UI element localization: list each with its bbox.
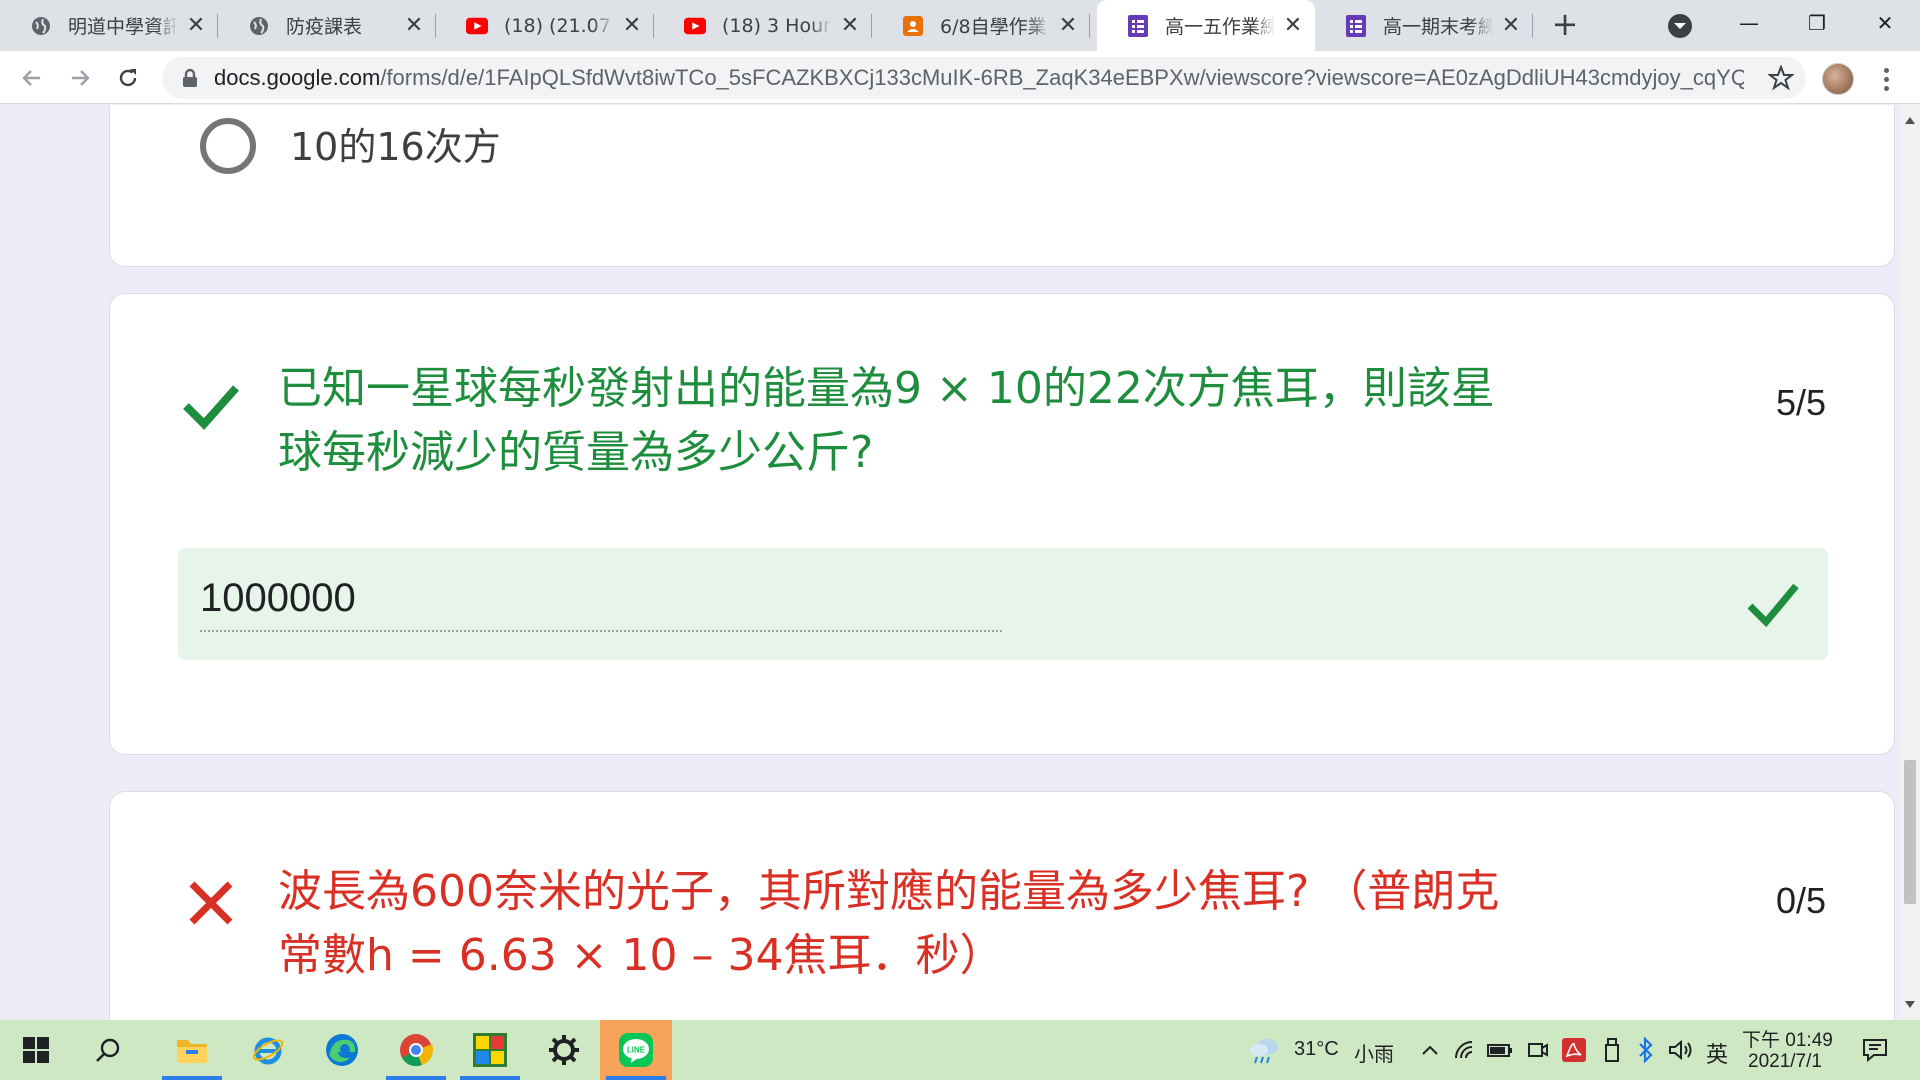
tab-title: 高一五作業練習: [1165, 16, 1275, 38]
lock-icon[interactable]: [180, 68, 200, 88]
tab-title: 明道中學資訊室: [68, 16, 178, 38]
answer-underline: [200, 630, 1002, 632]
battery-icon[interactable]: [1486, 1020, 1514, 1080]
browser-tab[interactable]: (18) (21.07.01) ✕: [436, 0, 654, 51]
question-score: 5/5: [1775, 382, 1826, 423]
profile-avatar[interactable]: [1822, 63, 1854, 95]
form-page: 10的16次方 已知一星球每秒發射出的能量為9 × 10的22次方焦耳，則該星球…: [0, 105, 1900, 1020]
question-title: 波長為600奈米的光子，其所對應的能量為多少焦耳? （普朗克常數h = 6.63…: [278, 866, 1500, 981]
address-bar[interactable]: docs.google.com/forms/d/e/1FAIpQLSfdWvt8…: [162, 57, 1806, 99]
back-icon[interactable]: [16, 62, 48, 94]
browser-tab[interactable]: 明道中學資訊室 ✕: [0, 0, 218, 51]
windows-taskbar: LINE 31°C 小雨 英 下午 01:49 2021/7/1: [0, 1020, 1920, 1080]
browser-tab[interactable]: 高一期末考練習 ✕: [1315, 0, 1533, 51]
acrobat-icon[interactable]: [1560, 1020, 1588, 1080]
url-host: docs.google.com: [214, 65, 381, 90]
browser-tab[interactable]: 6/8自學作業 ✕: [872, 0, 1090, 51]
answer-box: 1000000: [178, 548, 1828, 660]
browser-toolbar: docs.google.com/forms/d/e/1FAIpQLSfdWvt8…: [0, 51, 1920, 104]
clock-date[interactable]: 2021/7/1: [1748, 1051, 1822, 1073]
radio-button: [200, 118, 256, 174]
search-icon[interactable]: [82, 1020, 134, 1080]
tab-strip: 明道中學資訊室 ✕ 防疫課表 ✕ (18) (21.07.01) ✕ (18) …: [0, 0, 1920, 51]
tab-separator: [1089, 14, 1090, 38]
file-explorer-icon[interactable]: [156, 1020, 228, 1080]
correct-check-icon: [183, 385, 239, 430]
svg-text:LINE: LINE: [627, 1046, 646, 1055]
tab-search-icon[interactable]: [1666, 12, 1694, 40]
forms-icon: [1345, 14, 1367, 37]
internet-explorer-icon[interactable]: [232, 1020, 304, 1080]
classroom-icon: [902, 15, 924, 37]
url-text: docs.google.com/forms/d/e/1FAIpQLSfdWvt8…: [214, 65, 1744, 91]
tab-title: 防疫課表: [286, 16, 363, 38]
question-title: 已知一星球每秒發射出的能量為9 × 10的22次方焦耳，則該星球每秒減少的質量為…: [278, 363, 1495, 478]
chevron-up-icon[interactable]: [1418, 1020, 1442, 1080]
forward-icon[interactable]: [64, 62, 96, 94]
wifi-icon[interactable]: [1452, 1020, 1480, 1080]
answer-check-icon: [1747, 583, 1799, 628]
question-card-correct: 已知一星球每秒發射出的能量為9 × 10的22次方焦耳，則該星球每秒減少的質量為…: [109, 293, 1895, 755]
bluetooth-icon[interactable]: [1634, 1020, 1658, 1080]
youtube-icon: [684, 15, 706, 37]
vertical-scrollbar[interactable]: [1900, 105, 1920, 1020]
forms-icon: [1127, 14, 1149, 37]
close-window-button[interactable]: ✕: [1850, 0, 1920, 46]
globe-icon: [30, 15, 52, 37]
close-icon[interactable]: ✕: [184, 13, 208, 38]
volume-icon[interactable]: [1666, 1020, 1696, 1080]
bookmark-star-icon[interactable]: [1767, 64, 1795, 91]
close-icon[interactable]: ✕: [402, 13, 426, 38]
close-icon[interactable]: ✕: [838, 13, 862, 38]
globe-icon: [248, 15, 270, 37]
browser-tab-active[interactable]: 高一五作業練習 ✕: [1097, 0, 1315, 51]
scrollbar-thumb[interactable]: [1904, 760, 1916, 904]
option-label: 10的16次方: [290, 125, 501, 169]
new-tab-button[interactable]: +: [1548, 8, 1582, 42]
notification-icon[interactable]: [1852, 1020, 1898, 1080]
close-icon[interactable]: ✕: [1499, 13, 1523, 38]
url-path: /forms/d/e/1FAIpQLSfdWvt8iwTCo_5sFCAZKBX…: [380, 65, 1744, 90]
browser-tab[interactable]: 防疫課表 ✕: [218, 0, 436, 51]
tab-separator: [1532, 14, 1533, 38]
tab-title: (18) (21.07.01): [504, 14, 614, 37]
scroll-up-icon[interactable]: [1905, 117, 1915, 124]
usb-drive-icon[interactable]: [1598, 1020, 1626, 1080]
close-icon[interactable]: ✕: [620, 13, 644, 38]
tab-title: 6/8自學作業: [940, 16, 1047, 38]
answer-value: 1000000: [200, 576, 356, 620]
chrome-menu-icon[interactable]: [1876, 63, 1896, 95]
clock-time[interactable]: 下午 01:49: [1742, 1025, 1833, 1052]
incorrect-x-icon: [189, 881, 233, 925]
restore-button[interactable]: ❐: [1782, 0, 1852, 46]
meet-now-icon[interactable]: [1524, 1020, 1552, 1080]
browser-tab[interactable]: (18) 3 Hour - Lofi ✕: [654, 0, 872, 51]
weather-description[interactable]: 小雨: [1354, 1038, 1394, 1067]
line-icon[interactable]: LINE: [600, 1020, 672, 1080]
weather-temperature[interactable]: 31°C: [1294, 1038, 1339, 1061]
reload-icon[interactable]: [112, 62, 144, 94]
settings-icon[interactable]: [528, 1020, 600, 1080]
tab-title: 高一期末考練習: [1383, 16, 1493, 38]
tab-title: (18) 3 Hour - Lofi: [722, 14, 832, 37]
close-icon[interactable]: ✕: [1056, 13, 1080, 38]
edge-icon[interactable]: [306, 1020, 378, 1080]
question-card: 10的16次方: [109, 105, 1895, 267]
minimize-button[interactable]: —: [1714, 0, 1784, 46]
scroll-down-icon[interactable]: [1905, 1001, 1915, 1008]
ime-indicator[interactable]: 英: [1706, 1037, 1728, 1069]
question-card-incorrect: 波長為600奈米的光子，其所對應的能量為多少焦耳? （普朗克常數h = 6.63…: [109, 791, 1895, 1020]
weather-icon[interactable]: [1244, 1020, 1284, 1080]
question-score: 0/5: [1775, 880, 1826, 921]
youtube-icon: [466, 15, 488, 37]
chrome-icon[interactable]: [380, 1020, 452, 1080]
start-icon[interactable]: [10, 1020, 62, 1080]
app-icon[interactable]: [454, 1020, 526, 1080]
close-icon[interactable]: ✕: [1281, 13, 1305, 38]
